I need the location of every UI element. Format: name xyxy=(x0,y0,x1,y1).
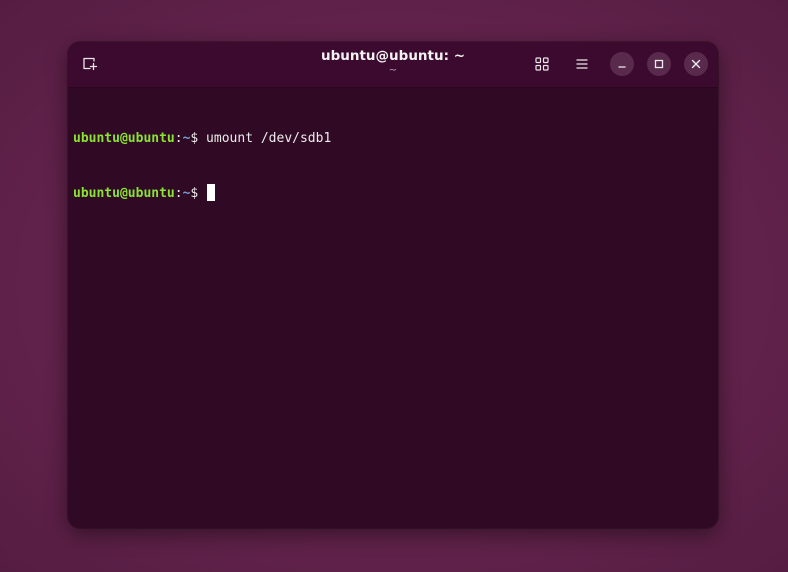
prompt-separator: : xyxy=(174,186,183,201)
text-cursor xyxy=(207,184,216,201)
hamburger-menu-icon xyxy=(575,56,589,75)
terminal-line: ubuntu@ubuntu:~$ xyxy=(73,184,713,202)
minimize-icon xyxy=(616,55,628,74)
terminal-output[interactable]: ubuntu@ubuntu:~$ umount /dev/sdb1 ubuntu… xyxy=(68,88,718,528)
minimize-button[interactable] xyxy=(610,52,634,76)
new-tab-button[interactable] xyxy=(79,54,101,76)
close-button[interactable] xyxy=(684,52,708,76)
command-text xyxy=(198,186,206,201)
title-bar[interactable]: ubuntu@ubuntu: ~ ~ xyxy=(68,42,718,88)
command-text: umount /dev/sdb1 xyxy=(198,131,332,146)
prompt-user: ubuntu@ubuntu xyxy=(73,131,175,146)
view-toggle-button[interactable] xyxy=(531,54,553,76)
maximize-icon xyxy=(653,55,665,74)
prompt-separator: : xyxy=(174,131,183,146)
grid-icon xyxy=(535,56,549,75)
maximize-button[interactable] xyxy=(647,52,671,76)
prompt-user: ubuntu@ubuntu xyxy=(73,186,175,201)
menu-button[interactable] xyxy=(571,54,593,76)
close-icon xyxy=(690,55,702,74)
terminal-window: ubuntu@ubuntu: ~ ~ ubuntu@ubuntu:~$ umou… xyxy=(68,42,718,528)
terminal-line: ubuntu@ubuntu:~$ umount /dev/sdb1 xyxy=(73,130,713,148)
new-tab-icon xyxy=(82,55,98,75)
